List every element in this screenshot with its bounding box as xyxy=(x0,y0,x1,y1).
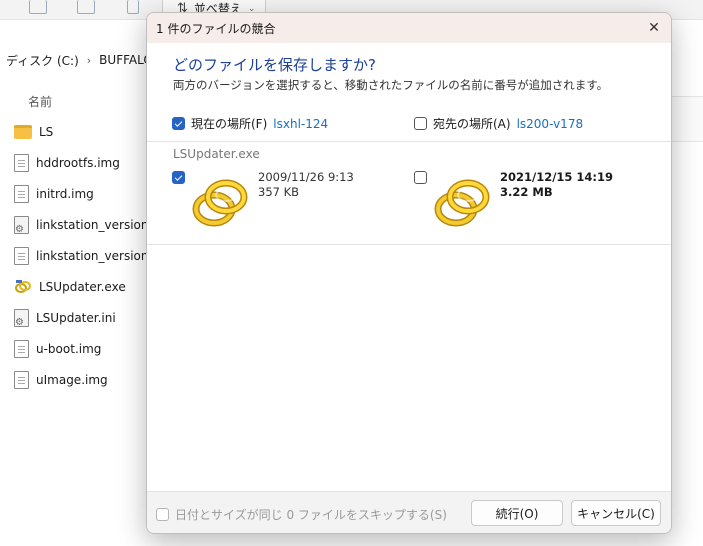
current-file-size: 357 KB xyxy=(258,185,300,199)
file-name: u-boot.img xyxy=(36,341,102,356)
current-file-meta: 2009/11/26 9:13 357 KB xyxy=(258,170,354,200)
continue-button[interactable]: 続行(O) xyxy=(471,500,563,526)
file-name: LSUpdater.exe xyxy=(39,279,126,294)
dialog-title: 1 件のファイルの競合 xyxy=(156,21,276,36)
column-header-name[interactable]: 名前 xyxy=(28,93,52,110)
dialog-titlebar: 1 件のファイルの競合 ✕ xyxy=(147,13,671,43)
destination-file-date: 2021/12/15 14:19 xyxy=(500,170,614,184)
destination-file-checkbox[interactable] xyxy=(414,171,427,184)
skip-same-label: 日付とサイズが同じ 0 ファイルをスキップする(S) xyxy=(175,508,447,522)
current-file-checkbox[interactable] xyxy=(172,171,185,184)
settings-file-icon xyxy=(14,308,29,328)
delete-icon[interactable] xyxy=(127,0,139,14)
document-icon xyxy=(14,370,29,389)
breadcrumb-drive[interactable]: ディスク (C:) xyxy=(6,52,79,69)
folder-icon xyxy=(14,124,32,139)
breadcrumb-folder[interactable]: BUFFALO xyxy=(99,53,153,67)
chevron-right-icon: › xyxy=(86,53,92,67)
destination-location-name: ls200-v178 xyxy=(516,116,584,131)
destination-file-size: 3.22 MB xyxy=(500,185,553,199)
file-name: initrd.img xyxy=(36,186,94,201)
close-icon[interactable]: ✕ xyxy=(643,17,665,39)
current-location-name: lsxhl-124 xyxy=(273,116,329,131)
document-icon xyxy=(14,184,29,203)
dialog-footer: 日付とサイズが同じ 0 ファイルをスキップする(S) 続行(O) キャンセル(C… xyxy=(147,491,671,533)
destination-file-meta: 2021/12/15 14:19 3.22 MB xyxy=(500,170,613,200)
current-location-checkbox[interactable] xyxy=(172,117,185,130)
conflict-file-name: LSUpdater.exe xyxy=(173,147,260,161)
current-file-date: 2009/11/26 9:13 xyxy=(258,170,354,184)
document-icon xyxy=(14,339,29,358)
destination-location-checkbox[interactable] xyxy=(414,117,427,130)
rings-icon xyxy=(14,278,32,296)
settings-file-icon xyxy=(14,215,29,235)
ai-icon[interactable] xyxy=(29,0,47,14)
destination-location-option[interactable]: 宛先の場所(A) ls200-v178 xyxy=(414,115,583,132)
skip-same-checkbox[interactable] xyxy=(156,508,169,521)
document-icon xyxy=(14,153,29,172)
cancel-button[interactable]: キャンセル(C) xyxy=(571,500,661,526)
divider xyxy=(147,244,671,245)
rings-icon xyxy=(430,169,494,233)
file-name: LS xyxy=(39,124,54,139)
document-icon xyxy=(14,246,29,265)
share-icon[interactable] xyxy=(77,0,95,14)
details-pane-edge xyxy=(672,96,703,142)
file-name: uImage.img xyxy=(36,372,108,387)
file-name: LSUpdater.ini xyxy=(36,310,116,325)
rings-icon xyxy=(188,169,252,233)
file-conflict-dialog: 1 件のファイルの競合 ✕ どのファイルを保存しますか? 両方のバージョンを選択… xyxy=(146,12,672,534)
dialog-heading: どのファイルを保存しますか? xyxy=(173,56,376,74)
current-location-label: 現在の場所(F) xyxy=(191,117,268,131)
destination-location-label: 宛先の場所(A) xyxy=(433,117,511,131)
current-location-option[interactable]: 現在の場所(F) lsxhl-124 xyxy=(172,115,328,132)
file-name: hddrootfs.img xyxy=(36,155,120,170)
divider xyxy=(147,141,671,142)
skip-same-option[interactable]: 日付とサイズが同じ 0 ファイルをスキップする(S) xyxy=(156,506,447,523)
dialog-subtext: 両方のバージョンを選択すると、移動されたファイルの名前に番号が追加されます。 xyxy=(173,78,609,92)
